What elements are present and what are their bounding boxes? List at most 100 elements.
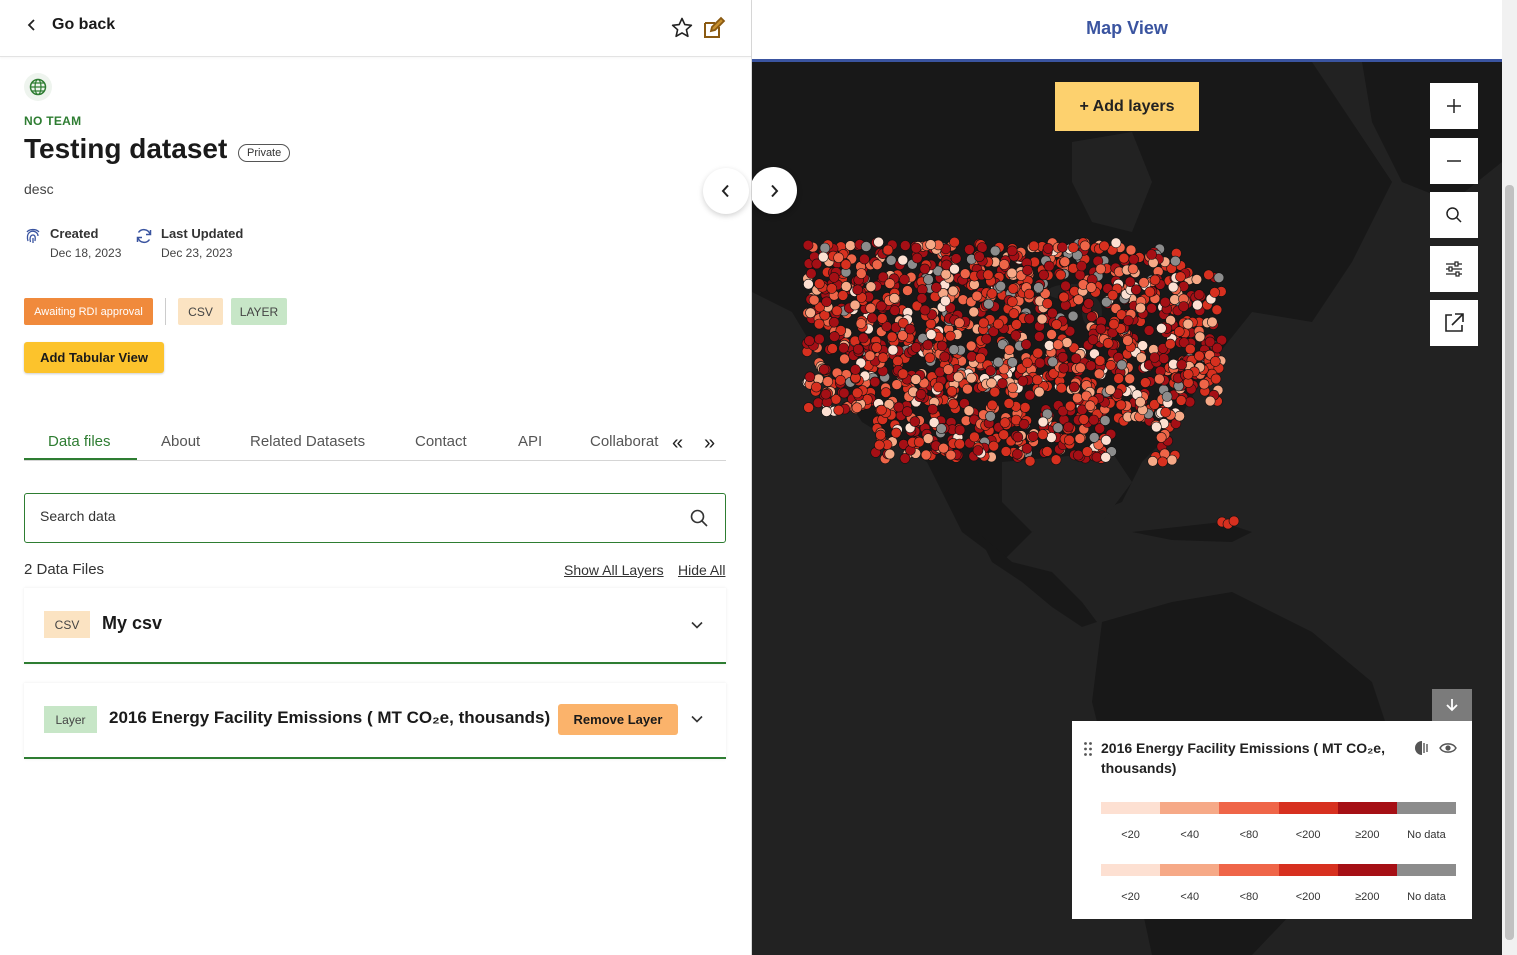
legend-color-swatch bbox=[1160, 802, 1220, 814]
top-bar: Go back bbox=[0, 0, 751, 57]
created-date: Dec 18, 2023 bbox=[50, 246, 122, 260]
legend-collapse-button[interactable] bbox=[1432, 689, 1472, 721]
go-back-button[interactable]: Go back bbox=[26, 16, 115, 34]
tab-related-datasets[interactable]: Related Datasets bbox=[250, 433, 365, 450]
legend-bin: <200 bbox=[1278, 802, 1338, 841]
open-external-button[interactable] bbox=[1430, 300, 1478, 346]
active-tab-indicator bbox=[24, 458, 137, 460]
tab-collaborators[interactable]: Collaborat bbox=[590, 433, 662, 450]
eye-icon[interactable] bbox=[1439, 740, 1457, 756]
map-view-title: Map View bbox=[1086, 18, 1168, 38]
visibility-badge: Private bbox=[238, 144, 291, 162]
remove-layer-button[interactable]: Remove Layer bbox=[558, 704, 678, 735]
legend-scale: <20 <40 <80 <200 ≥200 No data bbox=[1101, 802, 1457, 841]
legend-bin-label: <80 bbox=[1239, 829, 1259, 841]
type-chip-layer: LAYER bbox=[231, 298, 287, 325]
legend-color-swatch bbox=[1337, 802, 1397, 814]
dataset-title: Testing dataset bbox=[24, 133, 228, 164]
scrollbar-thumb[interactable] bbox=[1505, 185, 1514, 940]
legend-bin: <80 bbox=[1219, 864, 1279, 903]
legend-color-swatch bbox=[1101, 864, 1161, 876]
legend-bin-label: ≥200 bbox=[1355, 829, 1380, 841]
updated-date: Dec 23, 2023 bbox=[161, 246, 233, 260]
chevron-down-icon[interactable] bbox=[690, 618, 704, 632]
chevron-right-icon bbox=[770, 184, 778, 197]
add-tabular-view-button[interactable]: Add Tabular View bbox=[24, 342, 164, 373]
zoom-out-button[interactable] bbox=[1430, 138, 1478, 184]
legend-color-swatch bbox=[1219, 802, 1279, 814]
map-canvas[interactable]: + Add layers 2016 Energy Facility Emissi… bbox=[752, 62, 1502, 955]
tab-api[interactable]: API bbox=[518, 433, 542, 450]
zoom-in-button[interactable] bbox=[1430, 83, 1478, 129]
tab-data-files[interactable]: Data files bbox=[48, 433, 111, 450]
legend-bin-label: <40 bbox=[1180, 891, 1200, 903]
data-files-count: 2 Data Files bbox=[24, 561, 105, 578]
legend-bin: ≥200 bbox=[1337, 864, 1397, 903]
data-file-item[interactable]: CSV My csv bbox=[24, 588, 726, 664]
legend-scale: <20 <40 <80 <200 ≥200 No data bbox=[1101, 864, 1457, 903]
expand-map-button[interactable] bbox=[752, 167, 797, 214]
updated-info: Last Updated Dec 23, 2023 bbox=[135, 226, 243, 260]
show-all-layers-link[interactable]: Show All Layers bbox=[564, 562, 664, 578]
legend-bin-label: <40 bbox=[1180, 829, 1200, 841]
plus-icon bbox=[1447, 99, 1461, 113]
legend-bin-label: <20 bbox=[1121, 829, 1140, 841]
minus-icon bbox=[1447, 160, 1461, 162]
legend-bin: <80 bbox=[1219, 802, 1279, 841]
chevron-left-icon bbox=[721, 184, 729, 198]
legend-bin-label: ≥200 bbox=[1355, 891, 1380, 903]
legend-bin-label: <20 bbox=[1121, 891, 1140, 903]
map-panel: Map View + Add layers 2016 Energy Facili… bbox=[752, 0, 1502, 955]
created-label: Created bbox=[50, 226, 99, 241]
search-icon bbox=[1446, 207, 1462, 223]
file-type-badge: CSV bbox=[44, 611, 90, 638]
edit-icon[interactable] bbox=[702, 16, 726, 40]
legend-bin: No data bbox=[1396, 864, 1457, 903]
map-search-button[interactable] bbox=[1430, 192, 1478, 238]
legend-bin: <40 bbox=[1160, 802, 1220, 841]
legend-bin-label: No data bbox=[1407, 891, 1446, 903]
legend-color-swatch bbox=[1278, 802, 1338, 814]
legend-bin: <40 bbox=[1160, 864, 1220, 903]
tab-contact[interactable]: Contact bbox=[415, 433, 467, 450]
dataset-panel: Go back NO TEAM Testing dataset Private … bbox=[0, 0, 752, 955]
data-file-item[interactable]: Layer 2016 Energy Facility Emissions ( M… bbox=[24, 683, 726, 759]
star-icon[interactable] bbox=[670, 16, 694, 40]
add-layers-button[interactable]: + Add layers bbox=[1055, 82, 1199, 131]
file-name: My csv bbox=[102, 613, 163, 633]
created-info: Created Dec 18, 2023 bbox=[24, 226, 121, 260]
map-view-header: Map View bbox=[752, 0, 1502, 62]
legend-bin-label: <200 bbox=[1295, 829, 1321, 841]
page-scrollbar[interactable] bbox=[1502, 0, 1517, 955]
file-type-badge: Layer bbox=[44, 706, 97, 733]
external-link-icon bbox=[1445, 313, 1464, 332]
tab-scroll-right-button[interactable]: » bbox=[704, 433, 715, 453]
legend-bin-label: <80 bbox=[1239, 891, 1259, 903]
legend-color-swatch bbox=[1396, 864, 1457, 876]
updated-label: Last Updated bbox=[161, 226, 244, 241]
tab-bar: Data files About Related Datasets Contac… bbox=[24, 432, 726, 461]
tab-scroll-left-button[interactable]: « bbox=[672, 433, 683, 453]
go-back-label: Go back bbox=[52, 16, 116, 33]
hide-all-link[interactable]: Hide All bbox=[678, 562, 725, 578]
type-chip-csv: CSV bbox=[178, 298, 223, 325]
legend-color-swatch bbox=[1219, 864, 1279, 876]
legend-color-swatch bbox=[1337, 864, 1397, 876]
legend-bin: <200 bbox=[1278, 864, 1338, 903]
map-settings-button[interactable] bbox=[1430, 246, 1478, 292]
legend-bin-label: <200 bbox=[1295, 891, 1321, 903]
search-icon[interactable] bbox=[689, 508, 709, 528]
drag-handle-icon[interactable] bbox=[1083, 741, 1093, 757]
refresh-icon bbox=[136, 228, 152, 244]
legend-title: 2016 Energy Facility Emissions ( MT CO₂e… bbox=[1101, 740, 1385, 776]
collapse-panel-button[interactable] bbox=[703, 168, 749, 214]
arrow-down-icon bbox=[1446, 699, 1458, 712]
map-legend: 2016 Energy Facility Emissions ( MT CO₂e… bbox=[1072, 721, 1472, 919]
tab-about[interactable]: About bbox=[161, 433, 200, 450]
chevron-down-icon[interactable] bbox=[690, 712, 704, 726]
legend-color-swatch bbox=[1396, 802, 1457, 814]
opacity-icon[interactable] bbox=[1414, 740, 1430, 756]
globe-icon bbox=[24, 73, 52, 101]
search-input[interactable] bbox=[40, 508, 660, 524]
legend-color-swatch bbox=[1101, 802, 1161, 814]
